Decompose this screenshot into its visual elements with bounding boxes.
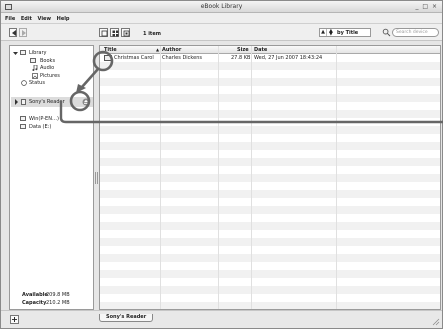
book-list: ▲ Title Author Size Date Christmas Carol… [99, 45, 441, 310]
eject-icon[interactable] [82, 98, 90, 106]
app-window: eBook Library _ □ × File Edit View Help … [0, 0, 443, 329]
item-count: 1 item [143, 31, 161, 37]
list-rows [100, 54, 440, 309]
sidebar-item-drive-data[interactable]: Data (E:) [29, 124, 51, 130]
available-value: 209.8 MB [46, 292, 70, 298]
expand-triangle-icon[interactable] [13, 51, 18, 56]
sidebar-item-library[interactable]: Library [29, 50, 46, 56]
search-icon [382, 28, 391, 37]
sidebar-item-drive-win[interactable]: Win(P-EN…) [29, 116, 59, 122]
sidebar-item-status[interactable]: Status [29, 80, 45, 86]
row-date: Wed, 27 Jun 2007 18:43:24 [254, 55, 323, 61]
drive-icon [20, 124, 26, 129]
menu-edit[interactable]: Edit [21, 16, 32, 22]
menu-file[interactable]: File [5, 16, 15, 22]
drive-icon [20, 116, 26, 121]
sidebar-item-reader[interactable]: Sony's Reader [11, 97, 93, 107]
toolbar: 1 item ▲ ▲ ▼ by Title Search device [1, 24, 442, 41]
pictures-icon [32, 73, 38, 79]
forward-arrow-icon [22, 30, 26, 36]
sidebar: Library Books Audio Pictures Status Sony… [9, 45, 94, 310]
column-date[interactable]: Date [254, 47, 267, 53]
row-title: Christmas Carol [114, 55, 154, 61]
library-icon [20, 50, 26, 55]
status-icon [21, 80, 27, 86]
sort-order-icon[interactable]: ▲ ▼ [329, 29, 333, 37]
menu-bar: File Edit View Help [1, 13, 442, 24]
resize-grip-icon[interactable] [432, 318, 440, 326]
column-title[interactable]: Title [104, 47, 117, 53]
sort-arrow-icon: ▲ [156, 47, 160, 52]
row-author: Charles Dickens [162, 55, 202, 61]
back-arrow-icon [12, 30, 16, 36]
sidebar-item-pictures[interactable]: Pictures [40, 73, 60, 79]
sort-menu-arrow-icon[interactable]: ▲ [320, 29, 327, 36]
sort-value: by Title [337, 30, 359, 36]
capacity-label: Capacity [22, 300, 47, 306]
search-box[interactable]: Search device [382, 28, 440, 37]
grid-view-icon [112, 30, 119, 37]
title-bar: eBook Library _ □ × [1, 1, 442, 13]
capacity-value: 210.2 MB [46, 300, 70, 306]
audio-icon [32, 65, 38, 71]
window-title: eBook Library [200, 3, 243, 10]
cover-view-button[interactable] [121, 28, 130, 37]
sidebar-item-books[interactable]: Books [40, 58, 55, 64]
pane-splitter[interactable] [94, 171, 98, 185]
sort-select[interactable]: ▲ ▲ ▼ by Title [319, 28, 371, 37]
column-size[interactable]: Size [237, 47, 249, 53]
available-label: Available [22, 292, 48, 298]
collapse-triangle-icon[interactable] [14, 99, 19, 105]
status-bar: + Sony's Reader [1, 310, 442, 328]
back-button[interactable] [9, 28, 17, 37]
list-view-icon [101, 30, 108, 37]
books-icon [30, 58, 36, 63]
sidebar-item-reader-label: Sony's Reader [29, 99, 65, 105]
menu-help[interactable]: Help [57, 16, 70, 22]
add-icon[interactable]: + [10, 315, 19, 324]
search-input[interactable]: Search device [392, 28, 439, 37]
column-author[interactable]: Author [162, 47, 181, 53]
reader-device-icon [21, 99, 26, 105]
capacity-info: Capacity210.2 MB [22, 300, 70, 306]
tab-reader[interactable]: Sony's Reader [99, 314, 154, 322]
book-icon [104, 55, 112, 61]
menu-view[interactable]: View [38, 16, 52, 22]
column-header-row: ▲ Title Author Size Date [100, 46, 440, 54]
forward-button[interactable] [19, 28, 27, 37]
grid-view-button[interactable] [110, 28, 119, 37]
table-row[interactable]: Christmas Carol Charles Dickens 27.8 KB … [100, 54, 440, 62]
available-info: Available209.8 MB [22, 292, 70, 298]
list-view-button[interactable] [99, 28, 108, 37]
sidebar-item-audio[interactable]: Audio [40, 65, 54, 71]
window-controls[interactable]: _ □ × [415, 3, 438, 10]
row-size: 27.8 KB [231, 55, 251, 61]
cover-view-icon [123, 30, 130, 37]
